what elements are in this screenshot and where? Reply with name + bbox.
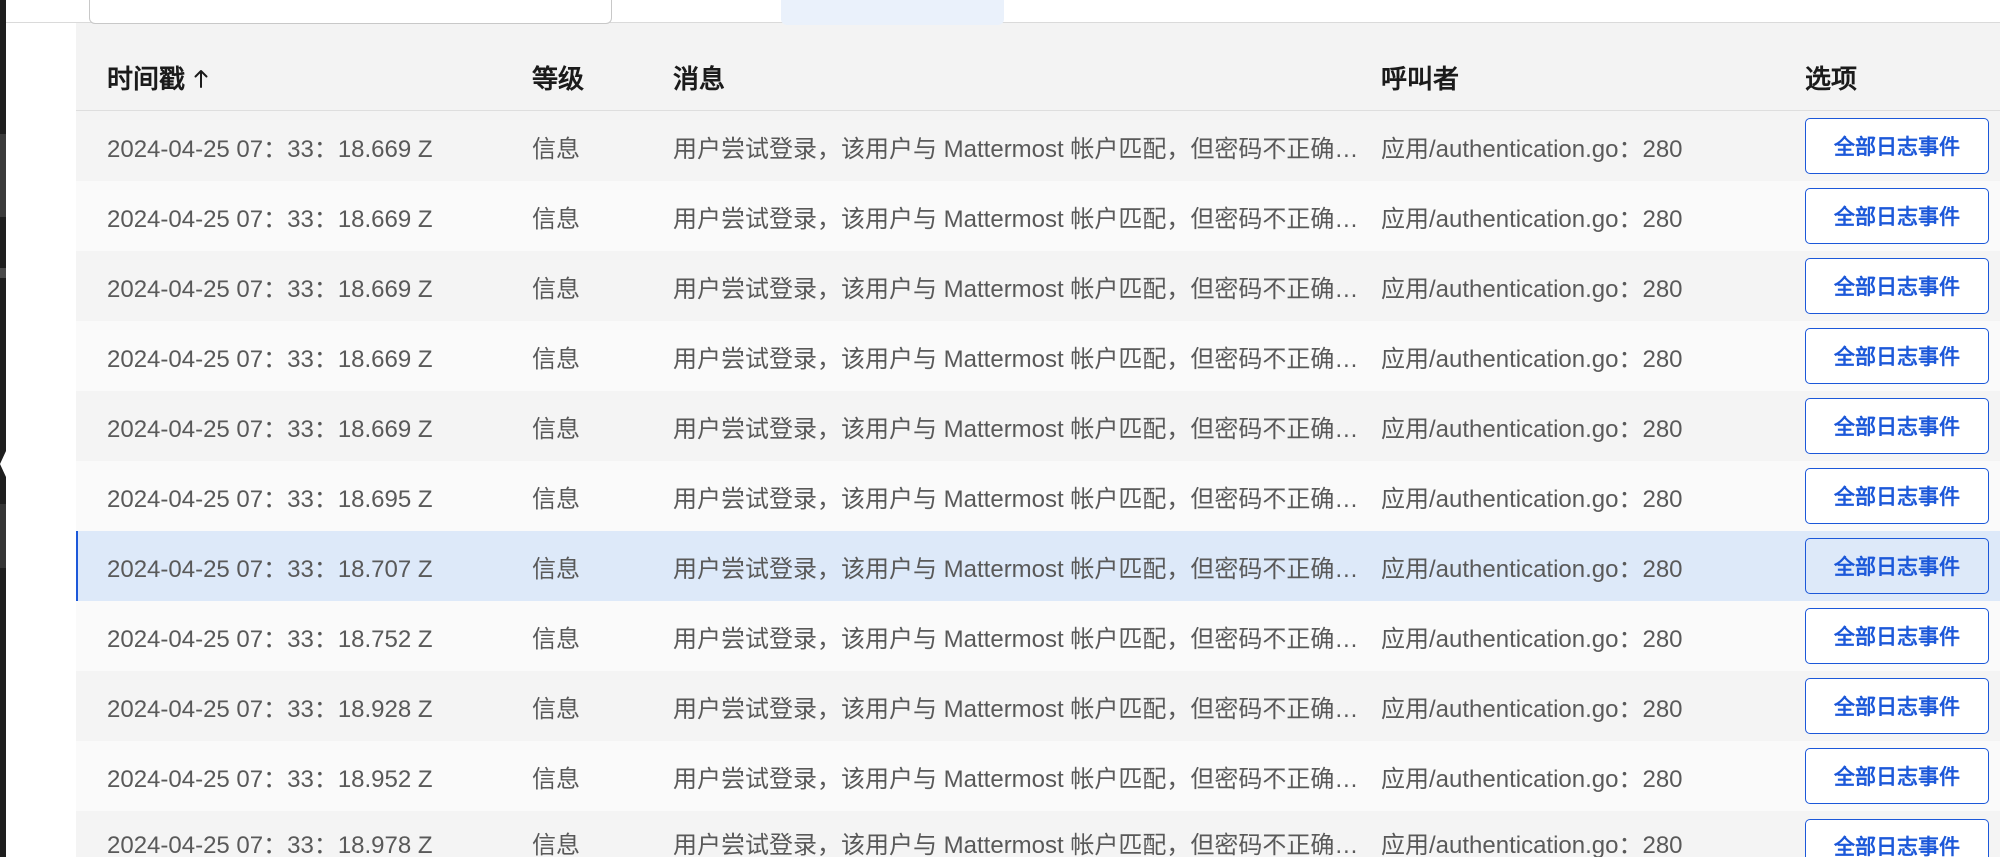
full-log-event-button[interactable]: 全部日志事件	[1805, 819, 1989, 857]
caller-cell: 应用/authentication.go：280	[1381, 832, 1683, 857]
options-cell: 全部日志事件	[1805, 748, 2000, 804]
level-cell: 信息	[532, 275, 580, 303]
toolbar-button[interactable]	[781, 0, 1004, 25]
window-edge	[0, 0, 6, 857]
level-cell: 信息	[532, 345, 580, 373]
window-edge-segment	[0, 268, 6, 278]
window-edge-segment	[0, 504, 6, 568]
caller-cell: 应用/authentication.go：280	[1381, 625, 1683, 653]
level-cell: 信息	[532, 695, 580, 723]
timestamp-cell: 2024-04-25 07：33：18.978 Z	[107, 832, 433, 857]
message-cell: 用户尝试登录，该用户与 Mattermost 帐户匹配，但密码不正确…	[673, 695, 1359, 723]
message-cell: 用户尝试登录，该用户与 Mattermost 帐户匹配，但密码不正确…	[673, 485, 1359, 513]
full-log-event-button[interactable]: 全部日志事件	[1805, 608, 1989, 664]
timestamp-cell: 2024-04-25 07：33：18.669 Z	[107, 205, 433, 233]
table-row[interactable]: 2024-04-25 07：33：18.669 Z 信息 用户尝试登录，该用户与…	[76, 181, 2000, 251]
caller-cell: 应用/authentication.go：280	[1381, 485, 1683, 513]
message-cell: 用户尝试登录，该用户与 Mattermost 帐户匹配，但密码不正确…	[673, 415, 1359, 443]
column-header-message: 消息	[673, 64, 726, 94]
message-cell: 用户尝试登录，该用户与 Mattermost 帐户匹配，但密码不正确…	[673, 555, 1359, 583]
table-body: 2024-04-25 07：33：18.669 Z 信息 用户尝试登录，该用户与…	[76, 111, 2000, 857]
column-header-timestamp[interactable]: 时间戳	[76, 59, 532, 96]
table-row[interactable]: 2024-04-25 07：33：18.695 Z 信息 用户尝试登录，该用户与…	[76, 461, 2000, 531]
arrow-up-icon	[194, 69, 208, 88]
level-cell: 信息	[532, 135, 580, 163]
timestamp-cell: 2024-04-25 07：33：18.669 Z	[107, 415, 433, 443]
table-header-row: 时间戳 等级 消息 呼叫者 选项	[76, 45, 2000, 110]
timestamp-cell: 2024-04-25 07：33：18.669 Z	[107, 345, 433, 373]
timestamp-cell: 2024-04-25 07：33：18.707 Z	[107, 555, 433, 583]
timestamp-cell: 2024-04-25 07：33：18.952 Z	[107, 765, 433, 793]
message-cell: 用户尝试登录，该用户与 Mattermost 帐户匹配，但密码不正确…	[673, 345, 1359, 373]
column-header-label: 时间戳	[107, 64, 186, 94]
message-cell: 用户尝试登录，该用户与 Mattermost 帐户匹配，但密码不正确…	[673, 205, 1359, 233]
full-log-event-button[interactable]: 全部日志事件	[1805, 748, 1989, 804]
level-cell: 信息	[532, 555, 580, 583]
timestamp-cell: 2024-04-25 07：33：18.669 Z	[107, 135, 433, 163]
options-cell: 全部日志事件	[1805, 258, 2000, 314]
message-cell: 用户尝试登录，该用户与 Mattermost 帐户匹配，但密码不正确…	[673, 625, 1359, 653]
table-row[interactable]: 2024-04-25 07：33：18.669 Z 信息 用户尝试登录，该用户与…	[76, 391, 2000, 461]
timestamp-cell: 2024-04-25 07：33：18.669 Z	[107, 275, 433, 303]
full-log-event-button[interactable]: 全部日志事件	[1805, 398, 1989, 454]
table-row[interactable]: 2024-04-25 07：33：18.952 Z 信息 用户尝试登录，该用户与…	[76, 741, 2000, 811]
caller-cell: 应用/authentication.go：280	[1381, 135, 1683, 163]
timestamp-cell: 2024-04-25 07：33：18.695 Z	[107, 485, 433, 513]
caller-cell: 应用/authentication.go：280	[1381, 695, 1683, 723]
table-row[interactable]: 2024-04-25 07：33：18.669 Z 信息 用户尝试登录，该用户与…	[76, 321, 2000, 391]
message-cell: 用户尝试登录，该用户与 Mattermost 帐户匹配，但密码不正确…	[673, 765, 1359, 793]
table-row[interactable]: 2024-04-25 07：33：18.707 Z 信息 用户尝试登录，该用户与…	[76, 531, 2000, 601]
full-log-event-button[interactable]: 全部日志事件	[1805, 328, 1989, 384]
timestamp-cell: 2024-04-25 07：33：18.928 Z	[107, 695, 433, 723]
level-cell: 信息	[532, 485, 580, 513]
collapse-notch-icon[interactable]	[0, 451, 6, 477]
options-cell: 全部日志事件	[1805, 608, 2000, 664]
full-log-event-button[interactable]: 全部日志事件	[1805, 258, 1989, 314]
table-row[interactable]: 2024-04-25 07：33：18.928 Z 信息 用户尝试登录，该用户与…	[76, 671, 2000, 741]
options-cell: 全部日志事件	[1805, 398, 2000, 454]
level-cell: 信息	[532, 765, 580, 793]
level-cell: 信息	[532, 832, 580, 857]
window-edge-segment	[0, 134, 6, 217]
options-cell: 全部日志事件	[1805, 328, 2000, 384]
timestamp-cell: 2024-04-25 07：33：18.752 Z	[107, 625, 433, 653]
table-row[interactable]: 2024-04-25 07：33：18.669 Z 信息 用户尝试登录，该用户与…	[76, 111, 2000, 181]
message-cell: 用户尝试登录，该用户与 Mattermost 帐户匹配，但密码不正确…	[673, 275, 1359, 303]
full-log-event-button[interactable]: 全部日志事件	[1805, 468, 1989, 524]
caller-cell: 应用/authentication.go：280	[1381, 415, 1683, 443]
options-cell: 全部日志事件	[1805, 118, 2000, 174]
caller-cell: 应用/authentication.go：280	[1381, 275, 1683, 303]
caller-cell: 应用/authentication.go：280	[1381, 205, 1683, 233]
column-header-options: 选项	[1805, 64, 1858, 94]
options-cell: 全部日志事件	[1805, 538, 2000, 594]
server-logs-table: 时间戳 等级 消息 呼叫者 选项 2024-04-25 07：33：18.669…	[76, 23, 2000, 857]
column-header-level: 等级	[532, 64, 585, 94]
table-row[interactable]: 2024-04-25 07：33：18.669 Z 信息 用户尝试登录，该用户与…	[76, 251, 2000, 321]
options-cell: 全部日志事件	[1805, 468, 2000, 524]
search-input[interactable]	[89, 0, 612, 24]
message-cell: 用户尝试登录，该用户与 Mattermost 帐户匹配，但密码不正确…	[673, 135, 1359, 163]
full-log-event-button[interactable]: 全部日志事件	[1805, 538, 1989, 594]
caller-cell: 应用/authentication.go：280	[1381, 765, 1683, 793]
message-cell: 用户尝试登录，该用户与 Mattermost 帐户匹配，但密码不正确…	[673, 832, 1359, 857]
toolbar	[6, 0, 2000, 25]
options-cell: 全部日志事件	[1805, 811, 2000, 857]
full-log-event-button[interactable]: 全部日志事件	[1805, 188, 1989, 244]
full-log-event-button[interactable]: 全部日志事件	[1805, 118, 1989, 174]
table-row[interactable]: 2024-04-25 07：33：18.752 Z 信息 用户尝试登录，该用户与…	[76, 601, 2000, 671]
caller-cell: 应用/authentication.go：280	[1381, 555, 1683, 583]
options-cell: 全部日志事件	[1805, 678, 2000, 734]
options-cell: 全部日志事件	[1805, 188, 2000, 244]
level-cell: 信息	[532, 205, 580, 233]
full-log-event-button[interactable]: 全部日志事件	[1805, 678, 1989, 734]
level-cell: 信息	[532, 415, 580, 443]
column-header-caller: 呼叫者	[1381, 64, 1460, 94]
level-cell: 信息	[532, 625, 580, 653]
table-header: 时间戳 等级 消息 呼叫者 选项	[76, 23, 2000, 111]
table-row[interactable]: 2024-04-25 07：33：18.978 Z 信息 用户尝试登录，该用户与…	[76, 811, 2000, 857]
caller-cell: 应用/authentication.go：280	[1381, 345, 1683, 373]
